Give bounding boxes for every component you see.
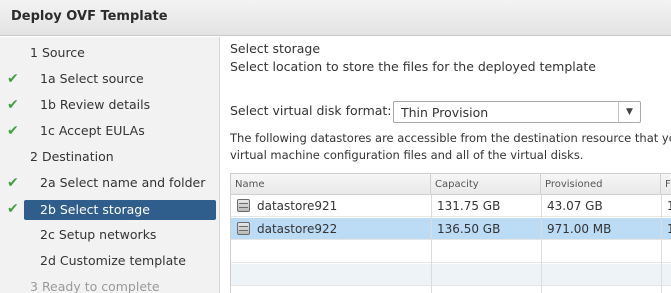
check-icon: ✔ [7, 97, 19, 113]
main-panel: Select storage Select location to store … [221, 37, 671, 293]
step-1a-select-source[interactable]: ✔ 1a Select source [0, 69, 220, 89]
step-2b-check-area: ✔ [0, 199, 24, 219]
datastore-icon [237, 222, 250, 235]
datastore-free: 1 [661, 195, 671, 217]
datastore-icon [237, 199, 250, 212]
column-divider [661, 195, 662, 293]
step-2a-select-name-folder[interactable]: ✔ 2a Select name and folder [0, 173, 220, 193]
table-header: Name Capacity Provisioned F [231, 174, 671, 195]
chevron-down-icon[interactable]: ▼ [618, 102, 640, 122]
datastore-name: datastore921 [257, 199, 338, 213]
column-header-provisioned[interactable]: Provisioned [541, 174, 661, 195]
step-2d-customize-template[interactable]: 2d Customize template [0, 251, 220, 271]
column-divider [431, 195, 432, 293]
datastore-free: 1 [661, 218, 671, 240]
table-row[interactable]: datastore921 131.75 GB 43.07 GB 1 [231, 195, 671, 217]
check-icon: ✔ [7, 201, 19, 217]
table-row-selected[interactable]: datastore922 136.50 GB 971.00 MB 1 [231, 218, 671, 240]
column-header-name[interactable]: Name [231, 174, 431, 195]
step-2c-setup-networks[interactable]: 2c Setup networks [0, 225, 220, 245]
column-header-capacity[interactable]: Capacity [431, 174, 541, 195]
disk-format-value: Thin Provision [401, 105, 489, 120]
check-icon: ✔ [7, 71, 19, 87]
datastore-name: datastore922 [257, 222, 338, 236]
wizard-sidebar: 1 Source ✔ 1a Select source ✔ 1b Review … [0, 37, 220, 293]
table-row-empty [231, 241, 671, 263]
step-1c-accept-eulas[interactable]: ✔ 1c Accept EULAs [0, 121, 220, 141]
table-row-empty [231, 264, 671, 286]
column-header-free[interactable]: F [661, 174, 671, 195]
window-titlebar: Deploy OVF Template [0, 0, 671, 36]
datastore-provisioned: 43.07 GB [547, 199, 603, 213]
disk-format-label: Select virtual disk format: [230, 103, 392, 118]
page-title: Select storage [230, 41, 321, 56]
datastore-description: The following datastores are accessible … [230, 131, 671, 162]
datastore-provisioned: 971.00 MB [547, 222, 612, 236]
step-1-source[interactable]: 1 Source [0, 43, 220, 63]
step-3-ready-to-complete[interactable]: 3 Ready to complete [0, 277, 220, 293]
column-divider [541, 195, 542, 293]
datastore-capacity: 136.50 GB [437, 222, 501, 236]
page-subtitle: Select location to store the files for t… [230, 59, 596, 74]
step-2b-select-storage[interactable]: 2b Select storage [24, 200, 216, 220]
datastore-capacity: 131.75 GB [437, 199, 501, 213]
window-title: Deploy OVF Template [11, 9, 168, 24]
step-1b-review-details[interactable]: ✔ 1b Review details [0, 95, 220, 115]
check-icon: ✔ [7, 175, 19, 191]
step-2-destination[interactable]: 2 Destination [0, 147, 220, 167]
datastore-table: Name Capacity Provisioned F datastore921… [230, 173, 671, 293]
disk-format-select[interactable]: Thin Provision ▼ [393, 101, 641, 123]
check-icon: ✔ [7, 123, 19, 139]
